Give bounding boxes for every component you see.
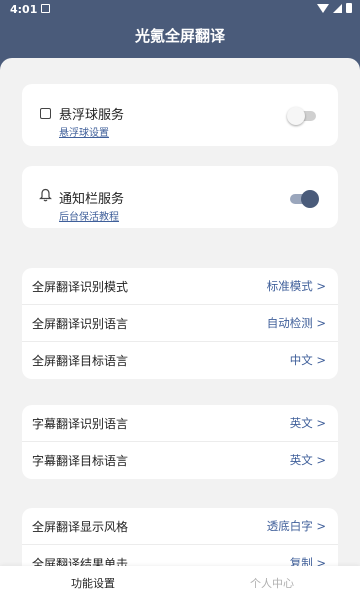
setting-value: 标准模式 > — [266, 279, 326, 293]
notification-service-card[interactable]: 通知栏服务 后台保活教程 — [22, 166, 338, 228]
floating-ball-settings-link[interactable]: 悬浮球设置 — [59, 124, 109, 139]
fullscreen-translation-group: 全屏翻译识别模式 标准模式 > 全屏翻译识别语言 自动检测 > 全屏翻译目标语言… — [22, 268, 338, 379]
tab-profile[interactable]: 个人中心 — [250, 575, 294, 591]
battery-icon — [346, 3, 352, 13]
toggle-knob — [287, 107, 305, 125]
setting-label: 全屏翻译识别语言 — [32, 317, 129, 331]
setting-label: 全屏翻译识别模式 — [32, 280, 129, 294]
subtitle-translation-group: 字幕翻译识别语言 英文 > 字幕翻译目标语言 英文 > — [22, 405, 338, 479]
checkbox-icon — [40, 108, 51, 119]
bottom-tab-bar: 功能设置 个人中心 — [0, 566, 360, 600]
setting-label: 全屏翻译显示风格 — [32, 520, 129, 534]
page-title: 光氪全屏翻译 — [134, 27, 225, 45]
setting-row-display-style[interactable]: 全屏翻译显示风格 透底白字 > — [22, 508, 338, 545]
wifi-icon — [317, 3, 329, 13]
status-icons — [317, 3, 352, 13]
setting-row-subtitle-target-language[interactable]: 字幕翻译目标语言 英文 > — [22, 442, 338, 479]
app-bar: 光氪全屏翻译 — [0, 18, 360, 58]
toggle-knob — [301, 190, 319, 208]
setting-label: 字幕翻译识别语言 — [32, 417, 129, 431]
setting-row-subtitle-recognition-language[interactable]: 字幕翻译识别语言 英文 > — [22, 405, 338, 442]
settings-content[interactable]: 悬浮球服务 悬浮球设置 通知栏服务 后台保活教程 全屏翻译识别模式 标准模式 >… — [0, 58, 360, 600]
background-keepalive-tutorial-link[interactable]: 后台保活教程 — [59, 208, 119, 223]
setting-label: 字幕翻译目标语言 — [32, 454, 129, 468]
status-bar: 4:01 — [0, 0, 360, 18]
status-time: 4:01 — [10, 3, 38, 16]
setting-value: 英文 > — [289, 453, 326, 467]
floating-service-toggle[interactable] — [287, 107, 316, 125]
notification-service-toggle[interactable] — [290, 190, 319, 208]
setting-label: 全屏翻译目标语言 — [32, 354, 129, 368]
notification-a-icon — [41, 4, 50, 13]
setting-value: 自动检测 > — [266, 316, 326, 330]
setting-value: 中文 > — [289, 353, 326, 367]
signal-icon — [333, 3, 342, 13]
setting-row-recognition-mode[interactable]: 全屏翻译识别模式 标准模式 > — [22, 268, 338, 305]
setting-value: 透底白字 > — [266, 519, 326, 533]
bell-icon — [39, 188, 52, 202]
setting-row-target-language[interactable]: 全屏翻译目标语言 中文 > — [22, 342, 338, 379]
setting-value: 英文 > — [289, 416, 326, 430]
setting-row-recognition-language[interactable]: 全屏翻译识别语言 自动检测 > — [22, 305, 338, 342]
notification-service-title: 通知栏服务 — [59, 192, 125, 207]
tab-settings[interactable]: 功能设置 — [71, 575, 115, 591]
floating-service-card[interactable]: 悬浮球服务 悬浮球设置 — [22, 84, 338, 146]
floating-service-title: 悬浮球服务 — [59, 108, 125, 123]
